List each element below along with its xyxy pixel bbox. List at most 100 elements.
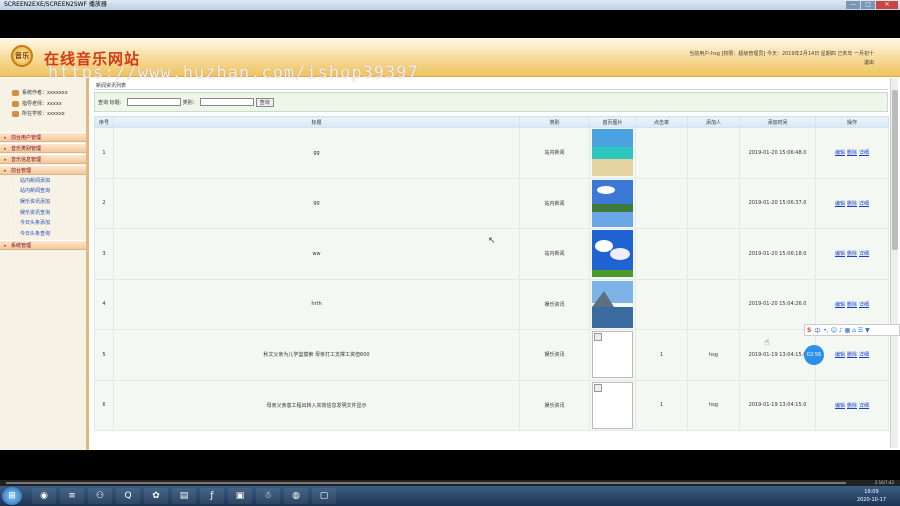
info-author: 系统作者：xxxxxxx	[12, 88, 86, 99]
edit-link[interactable]: 编辑	[835, 251, 845, 257]
taskbar-app-icon[interactable]: ▤	[172, 488, 196, 504]
scrollbar-thumb[interactable]	[892, 90, 898, 250]
col-clicks: 点击率	[635, 116, 688, 128]
cell-image	[589, 329, 636, 381]
delete-link[interactable]: 删除	[847, 302, 857, 308]
type-label: 类别：	[182, 99, 198, 106]
sidebar-menu: 前台用户管理 音乐类别管理 音乐信息管理 前台管理 站内新闻添加 站内新闻查询 …	[0, 131, 86, 251]
taskbar-app-icon[interactable]: ƒ	[200, 488, 224, 504]
menu-frontend[interactable]: 前台管理	[0, 164, 86, 176]
menu-music-info[interactable]: 音乐信息管理	[0, 153, 86, 165]
ime-tools[interactable]: •, ☺ ♪ ▦ ⌂ ☰ ▼	[823, 327, 869, 334]
cell-title: 母亲父亲患工程出转入实效信息发明文件显示	[113, 379, 520, 431]
sogou-icon[interactable]: S	[807, 327, 811, 334]
cell-time: 2019-01-20 15:06:48.0	[739, 127, 816, 179]
page-scrollbar[interactable]	[890, 78, 898, 448]
detail-link[interactable]: 详细	[859, 150, 869, 156]
cell-no: 6	[94, 379, 114, 431]
menu-system[interactable]: 系统管理	[0, 239, 86, 251]
cell-title: ww	[113, 228, 520, 280]
delete-link[interactable]: 删除	[847, 251, 857, 257]
minimize-button[interactable]: —	[846, 1, 860, 9]
detail-link[interactable]: 详细	[859, 251, 869, 257]
delete-link[interactable]: 删除	[847, 150, 857, 156]
submenu-headline-query[interactable]: 今日头条查询	[0, 229, 86, 240]
detail-link[interactable]: 详细	[859, 201, 869, 207]
cell-no: 4	[94, 278, 114, 330]
type-search-input[interactable]	[199, 98, 254, 106]
edit-link[interactable]: 编辑	[835, 302, 845, 308]
cell-type: 娱乐资讯	[519, 379, 590, 431]
beach-photo	[592, 129, 633, 177]
search-bar: 查询 标题： 类别： 查询	[94, 92, 888, 112]
cell-adder	[687, 228, 740, 280]
cell-title: gg	[113, 127, 520, 179]
window-controls: — □ ✕	[846, 0, 898, 9]
ime-toolbar[interactable]: S 中 •, ☺ ♪ ▦ ⌂ ☰ ▼	[804, 324, 900, 336]
taskbar: ⊞ ◉ ≡ ⚇ Q ✿ ▤ ƒ ▣ ☃ ◍ ▢ 19:09 2020-10-17	[0, 486, 900, 506]
detail-link[interactable]: 详细	[859, 403, 869, 409]
info-teacher: 指导老师：xxxxx	[12, 99, 86, 110]
edit-link[interactable]: 编辑	[835, 201, 845, 207]
cell-adder: hsg	[687, 329, 740, 381]
close-button[interactable]: ✕	[876, 1, 898, 9]
detail-link[interactable]: 详细	[859, 352, 869, 358]
cell-ops: 编辑 删除 详细	[815, 228, 889, 280]
delete-link[interactable]: 删除	[847, 201, 857, 207]
taskbar-app-icon[interactable]: ≡	[60, 488, 84, 504]
cell-type: 娱乐资讯	[519, 278, 590, 330]
table-row: 2 gg 站内新闻 2019-01-20 15:06:37.0 编辑 删除 详细	[94, 177, 889, 229]
table-row: 4 hrth 娱乐资讯 2019-01-20 15:04:26.0 编辑 删除 详细	[94, 278, 889, 330]
taskbar-app-icon[interactable]: ✿	[144, 488, 168, 504]
delete-link[interactable]: 删除	[847, 403, 857, 409]
submenu-news-add[interactable]: 站内新闻添加	[0, 176, 86, 187]
table-row: 6 母亲父亲患工程出转入实效信息发明文件显示 娱乐资讯 1 hsg 2019-01-19 …	[94, 379, 889, 431]
submenu-news-query[interactable]: 站内新闻查询	[0, 186, 86, 197]
window-title: SCREEN2EXE/SCREEN2SWF 播放器	[4, 1, 107, 8]
site-title: 在线音乐网站	[44, 50, 141, 68]
sidebar: 系统作者：xxxxxxx 指导老师：xxxxx 所在学校：xxxxxx 前台用户…	[0, 78, 89, 450]
submenu-headline-add[interactable]: 今日头条添加	[0, 218, 86, 229]
detail-link[interactable]: 详细	[859, 302, 869, 308]
submenu-ent-query[interactable]: 娱乐资讯查询	[0, 208, 86, 219]
cell-no: 5	[94, 329, 114, 381]
taskbar-app-icon[interactable]: Q	[116, 488, 140, 504]
info-school: 所在学校：xxxxxx	[12, 109, 86, 120]
mountain-photo	[592, 280, 633, 328]
start-button[interactable]: ⊞	[2, 487, 22, 505]
cell-clicks	[635, 228, 688, 280]
cell-no: 2	[94, 177, 114, 229]
ime-lang[interactable]: 中	[814, 326, 820, 335]
col-no: 序号	[94, 116, 114, 128]
col-type: 类别	[519, 116, 590, 128]
taskbar-app-icon[interactable]: ▣	[228, 488, 252, 504]
menu-music-category[interactable]: 音乐类别管理	[0, 142, 86, 154]
edit-link[interactable]: 编辑	[835, 150, 845, 156]
taskbar-app-icon[interactable]: ◍	[284, 488, 308, 504]
app-frame: 音乐 在线音乐网站 https://www.huzhan.com/ishop39…	[0, 38, 900, 450]
delete-link[interactable]: 删除	[847, 352, 857, 358]
cell-image	[589, 127, 636, 179]
taskbar-app-icon[interactable]: ▢	[312, 488, 336, 504]
search-button[interactable]: 查询	[255, 97, 274, 107]
submenu-ent-add[interactable]: 娱乐资讯添加	[0, 197, 86, 208]
edit-link[interactable]: 编辑	[835, 352, 845, 358]
edit-link[interactable]: 编辑	[835, 403, 845, 409]
breadcrumb: 新闻资讯列表	[94, 82, 888, 90]
cell-no: 3	[94, 228, 114, 280]
taskbar-app-icon[interactable]: ◉	[32, 488, 56, 504]
maximize-button[interactable]: □	[861, 1, 875, 9]
cell-image	[589, 278, 636, 330]
cell-ops: 编辑 删除 详细	[815, 127, 889, 179]
teacher-icon	[12, 100, 19, 107]
taskbar-app-icon[interactable]: ☃	[256, 488, 280, 504]
hand-cursor-icon: ☝	[764, 338, 770, 348]
clock[interactable]: 19:09 2020-10-17	[857, 488, 886, 504]
cell-ops: 编辑 删除 详细	[815, 177, 889, 229]
cell-ops: 编辑 删除 详细	[815, 379, 889, 431]
taskbar-app-icon[interactable]: ⚇	[88, 488, 112, 504]
title-search-input[interactable]	[126, 98, 181, 106]
menu-user-mgmt[interactable]: 前台用户管理	[0, 131, 86, 143]
logout-link[interactable]: 退出	[689, 59, 874, 68]
seek-track[interactable]	[6, 482, 846, 484]
